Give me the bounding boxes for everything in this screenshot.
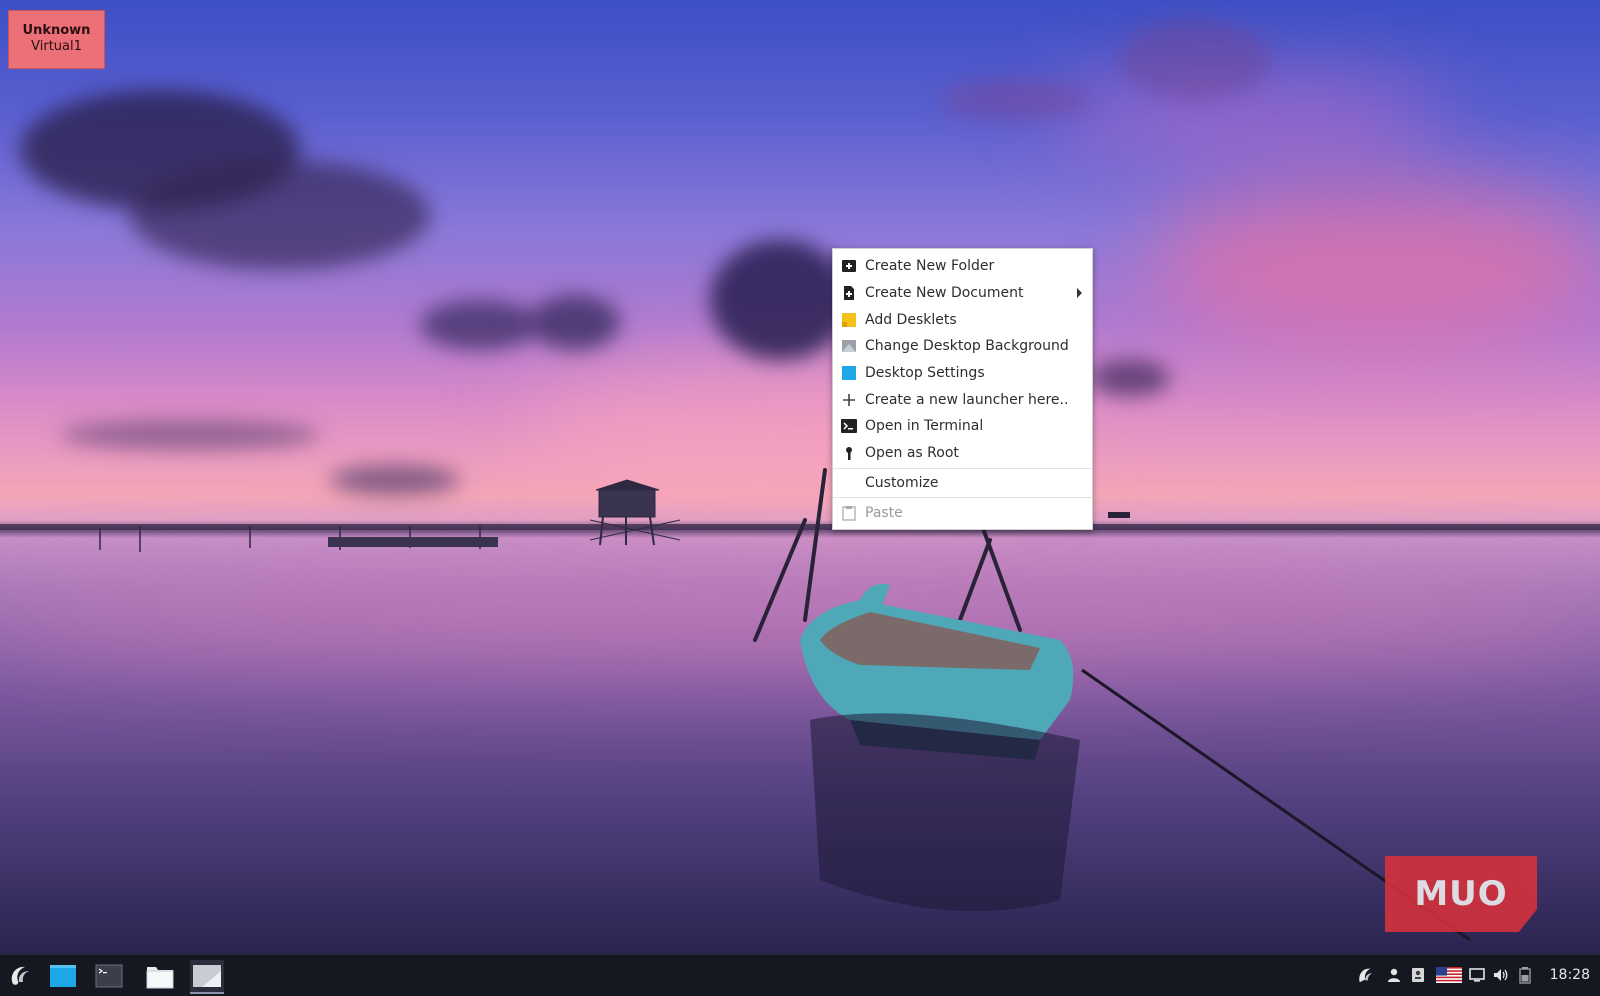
menu-item-label: Customize bbox=[865, 474, 939, 491]
menu-item-create-new-folder[interactable]: Create New Folder bbox=[833, 253, 1092, 280]
menu-item-customize[interactable]: Customize bbox=[833, 470, 1092, 497]
workspace-name-label: Virtual1 bbox=[31, 39, 82, 54]
menu-item-change-desktop-background[interactable]: Change Desktop Background bbox=[833, 333, 1092, 360]
terminal-icon[interactable] bbox=[92, 960, 126, 992]
paste-icon bbox=[841, 505, 857, 521]
menu-item-label: Paste bbox=[865, 504, 903, 521]
muo-watermark-logo: MUO bbox=[1385, 856, 1537, 932]
menu-item-label: Desktop Settings bbox=[865, 365, 985, 382]
desktop-wallpaper[interactable] bbox=[0, 0, 1600, 954]
watermark-text: MUO bbox=[1414, 874, 1508, 914]
desktop-context-menu: Create New Folder Create New Document Ad… bbox=[832, 248, 1093, 530]
menu-separator bbox=[833, 497, 1092, 499]
menu-item-create-new-document[interactable]: Create New Document bbox=[833, 280, 1092, 307]
desktop-settings-icon bbox=[841, 365, 857, 381]
new-document-icon bbox=[841, 285, 857, 301]
workspace-indicator[interactable]: Unknown Virtual1 bbox=[8, 10, 105, 69]
plus-icon bbox=[841, 392, 857, 408]
contacts-icon[interactable] bbox=[1409, 966, 1427, 984]
menu-item-paste: Paste bbox=[833, 499, 1092, 526]
menu-item-label: Open in Terminal bbox=[865, 418, 984, 435]
desklets-icon bbox=[841, 312, 857, 328]
terminal-icon bbox=[841, 418, 857, 434]
background-icon bbox=[841, 338, 857, 354]
desktop-screen: Unknown Virtual1 Create New Folder Creat… bbox=[0, 0, 1600, 996]
text-editor-icon[interactable] bbox=[190, 960, 224, 994]
volume-icon[interactable] bbox=[1492, 966, 1510, 984]
menu-item-label: Create New Document bbox=[865, 285, 1024, 302]
menu-item-desktop-settings[interactable]: Desktop Settings bbox=[833, 360, 1092, 387]
menu-item-open-as-root[interactable]: Open as Root bbox=[833, 440, 1092, 467]
menu-item-open-in-terminal[interactable]: Open in Terminal bbox=[833, 413, 1092, 440]
us-flag-icon[interactable] bbox=[1436, 966, 1462, 984]
menu-item-label: Change Desktop Background bbox=[865, 338, 1069, 355]
taskbar: 18:28 bbox=[0, 954, 1600, 996]
menu-item-add-desklets[interactable]: Add Desklets bbox=[833, 306, 1092, 333]
network-icon[interactable] bbox=[1357, 966, 1375, 984]
menu-logo-icon[interactable] bbox=[4, 960, 38, 992]
submenu-arrow-icon bbox=[1077, 288, 1082, 299]
menu-item-create-launcher[interactable]: Create a new launcher here.. bbox=[833, 386, 1092, 413]
menu-item-label: Create New Folder bbox=[865, 258, 995, 275]
root-icon bbox=[841, 445, 857, 461]
lake-scene bbox=[0, 468, 1600, 942]
file-manager-icon[interactable] bbox=[143, 960, 177, 992]
battery-icon[interactable] bbox=[1516, 966, 1534, 984]
menu-item-label: Add Desklets bbox=[865, 311, 957, 328]
workspace-host-label: Unknown bbox=[22, 23, 91, 38]
user-icon[interactable] bbox=[1385, 966, 1403, 984]
taskbar-clock[interactable]: 18:28 bbox=[1550, 967, 1590, 983]
new-folder-icon bbox=[841, 258, 857, 274]
menu-separator bbox=[833, 467, 1092, 469]
display-icon[interactable] bbox=[1468, 966, 1486, 984]
menu-item-label: Create a new launcher here.. bbox=[865, 391, 1069, 408]
menu-item-label: Open as Root bbox=[865, 445, 959, 462]
desktop-icon[interactable] bbox=[46, 960, 80, 992]
